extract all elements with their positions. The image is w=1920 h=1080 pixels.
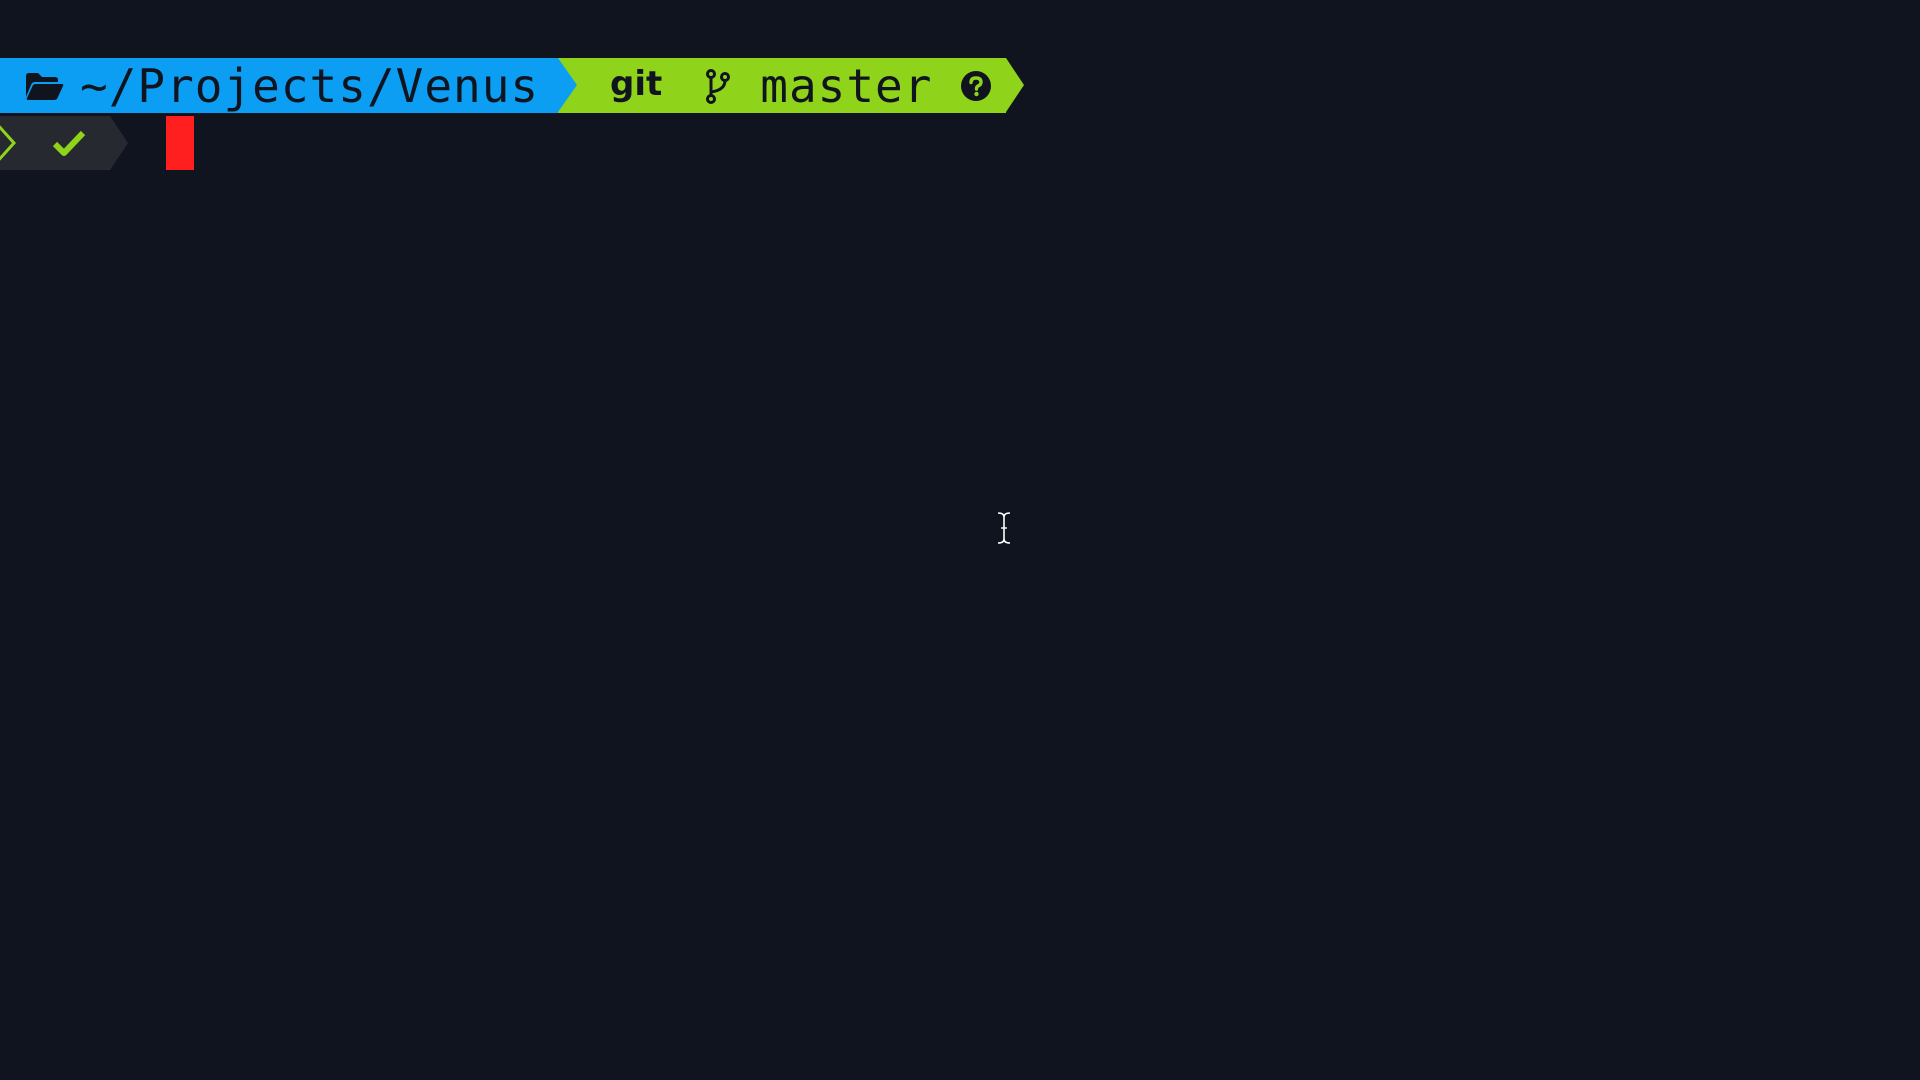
vcs-label: git bbox=[610, 63, 663, 104]
terminal-window[interactable]: ~/Projects/Venus git master bbox=[0, 0, 1920, 1080]
git-segment: git master bbox=[558, 58, 1024, 113]
prompt-line-2 bbox=[0, 116, 128, 170]
chevron-right-icon bbox=[0, 125, 17, 161]
prompt-line-1: ~/Projects/Venus git master bbox=[0, 58, 1024, 113]
folder-open-icon bbox=[26, 72, 64, 100]
checkmark-icon bbox=[52, 130, 86, 156]
git-branch-icon bbox=[706, 68, 731, 104]
question-circle-icon bbox=[961, 70, 992, 101]
directory-path: ~/Projects/Venus bbox=[80, 58, 540, 113]
exit-status-segment bbox=[0, 116, 128, 170]
directory-segment: ~/Projects/Venus bbox=[0, 58, 577, 113]
text-cursor-icon bbox=[997, 512, 1011, 544]
terminal-cursor[interactable] bbox=[166, 116, 194, 170]
branch-name: master bbox=[760, 58, 933, 113]
